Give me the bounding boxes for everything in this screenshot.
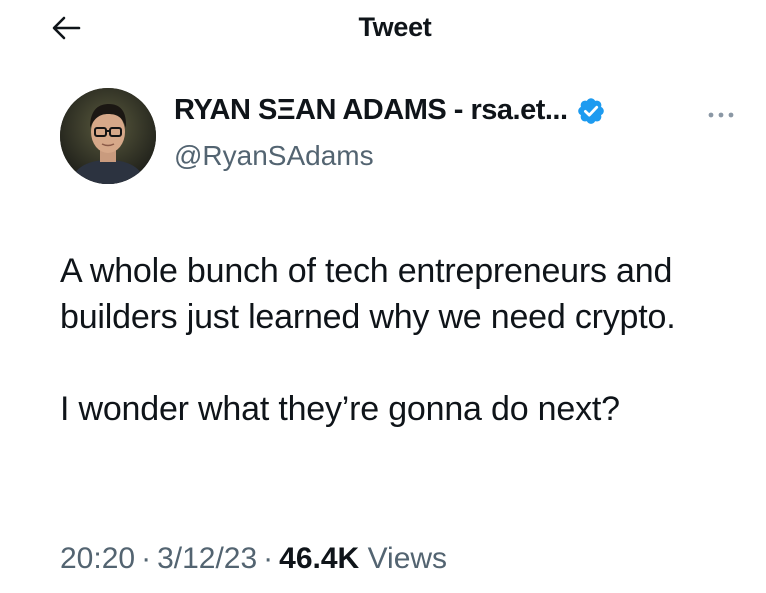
verified-badge-icon: [577, 97, 604, 124]
tweet-meta: 20:20 · 3/12/23 · 46.4K Views: [60, 542, 447, 576]
author-name-row[interactable]: RYAN SΞAN ADAMS - rsa.et...: [174, 94, 606, 127]
tweet-header: Tweet: [0, 0, 766, 60]
views-count[interactable]: 46.4K: [279, 542, 359, 575]
user-avatar-image: [60, 88, 156, 184]
tweet-paragraph: I wonder what they’re gonna do next?: [60, 390, 620, 428]
tweet-paragraph: A whole bunch of tech entrepreneurs and …: [60, 252, 676, 336]
avatar[interactable]: [60, 88, 156, 184]
meta-separator: ·: [263, 542, 274, 575]
meta-separator: ·: [141, 542, 152, 575]
author-display-name[interactable]: RYAN SΞAN ADAMS - rsa.et...: [174, 94, 568, 127]
tweet-text: A whole bunch of tech entrepreneurs and …: [60, 248, 750, 432]
tweet-date[interactable]: 3/12/23: [157, 542, 257, 575]
tweet-time[interactable]: 20:20: [60, 542, 135, 575]
author-handle[interactable]: @RyanSAdams: [174, 140, 374, 172]
more-horizontal-icon: [708, 112, 734, 118]
views-label: Views: [367, 542, 448, 575]
more-options-button[interactable]: [704, 104, 738, 126]
page-title: Tweet: [358, 12, 432, 42]
